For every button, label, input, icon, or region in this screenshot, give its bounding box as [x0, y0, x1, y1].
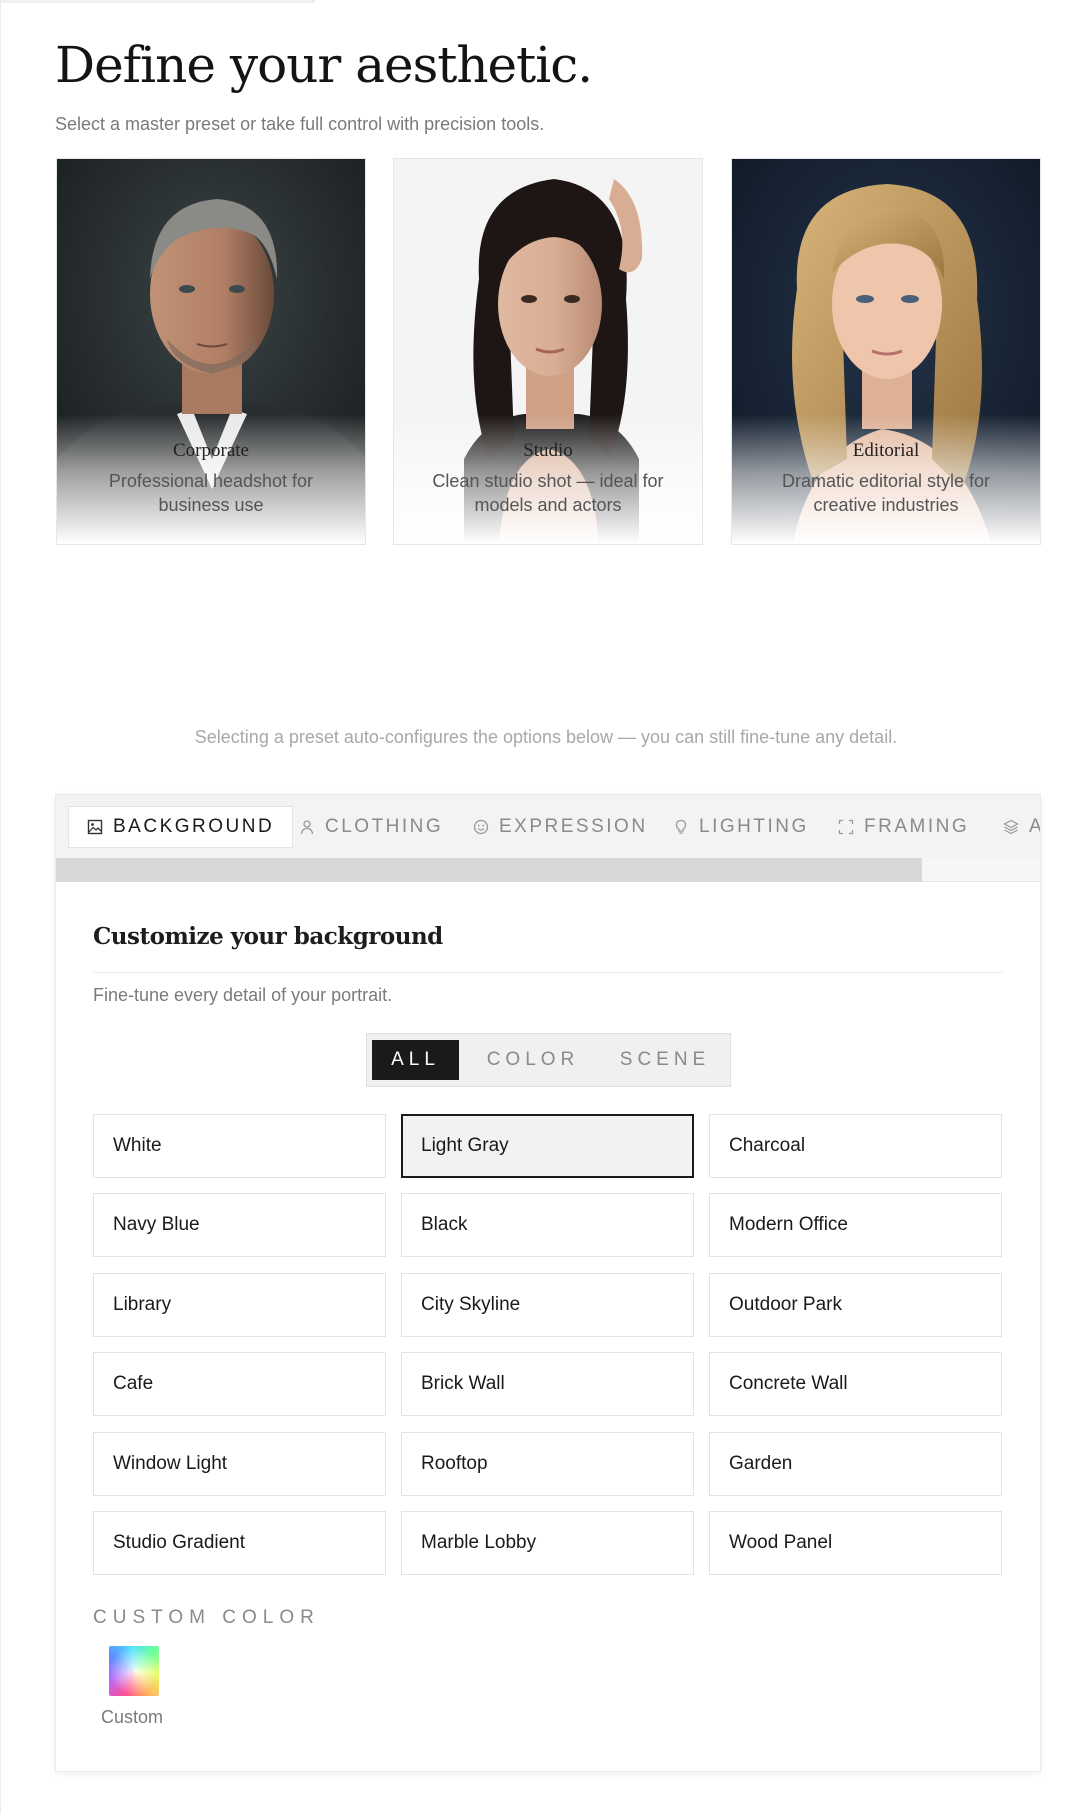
option-library[interactable]: Library — [93, 1273, 386, 1337]
option-studio-gradient[interactable]: Studio Gradient — [93, 1511, 386, 1575]
preset-description: Clean studio shot — ideal for models and… — [432, 471, 664, 515]
frame-icon — [838, 819, 854, 835]
filter-color[interactable]: COLOR — [473, 1040, 593, 1080]
preset-description: Dramatic editorial style for creative in… — [781, 471, 991, 515]
option-marble-lobby[interactable]: Marble Lobby — [401, 1511, 694, 1575]
page-title: Define your aesthetic. — [55, 36, 593, 94]
page-subtitle: Select a master preset or take full cont… — [55, 114, 545, 134]
layers-icon — [1003, 819, 1019, 835]
tab-label: BACKGROUND — [113, 816, 275, 837]
tab-background[interactable]: BACKGROUND — [68, 806, 294, 848]
tab-partial[interactable]: A — [1003, 806, 1040, 848]
tab-scrollbar-thumb[interactable] — [56, 858, 922, 882]
tab-framing[interactable]: FRAMING — [838, 806, 969, 848]
section-title: Customize your background — [93, 923, 443, 950]
filter-scene[interactable]: SCENE — [605, 1040, 725, 1080]
option-black[interactable]: Black — [401, 1193, 694, 1257]
preset-name: Editorial — [852, 440, 920, 461]
option-rooftop[interactable]: Rooftop — [401, 1432, 694, 1496]
bulb-icon — [673, 819, 689, 835]
option-brick-wall[interactable]: Brick Wall — [401, 1352, 694, 1416]
option-window-light[interactable]: Window Light — [93, 1432, 386, 1496]
option-wood-panel[interactable]: Wood Panel — [709, 1511, 1002, 1575]
option-concrete-wall[interactable]: Concrete Wall — [709, 1352, 1002, 1416]
tab-label: EXPRESSION — [499, 816, 648, 837]
top-divider — [0, 0, 315, 3]
preset-card-studio[interactable]: Studio Clean studio shot — ideal for mod… — [393, 158, 703, 545]
image-icon — [87, 819, 103, 835]
tab-label: LIGHTING — [699, 816, 809, 837]
option-cafe[interactable]: Cafe — [93, 1352, 386, 1416]
person-icon — [299, 819, 315, 835]
preset-name: Studio — [523, 440, 573, 461]
tab-label: FRAMING — [864, 816, 970, 837]
category-tab-bar: BACKGROUND CLOTHING EXPRESSION LIGHTING … — [56, 795, 1040, 858]
option-outdoor-park[interactable]: Outdoor Park — [709, 1273, 1002, 1337]
filter-all[interactable]: ALL — [372, 1040, 459, 1080]
customization-panel: BACKGROUND CLOTHING EXPRESSION LIGHTING … — [55, 794, 1041, 1772]
smile-icon — [473, 819, 489, 835]
left-divider — [0, 0, 1, 1814]
option-light-gray[interactable]: Light Gray — [401, 1114, 694, 1178]
option-navy-blue[interactable]: Navy Blue — [93, 1193, 386, 1257]
section-divider — [93, 972, 1003, 973]
preset-card-editorial[interactable]: Editorial Dramatic editorial style for c… — [731, 158, 1041, 545]
tab-label: A — [1029, 816, 1040, 837]
preset-description: Professional headshot for business use — [108, 471, 314, 515]
option-white[interactable]: White — [93, 1114, 386, 1178]
custom-color-label: Custom — [101, 1707, 164, 1727]
preset-hint: Selecting a preset auto-configures the o… — [194, 727, 898, 747]
tab-expression[interactable]: EXPRESSION — [473, 806, 648, 848]
tab-label: CLOTHING — [325, 816, 444, 837]
option-city-skyline[interactable]: City Skyline — [401, 1273, 694, 1337]
tab-clothing[interactable]: CLOTHING — [299, 806, 443, 848]
option-charcoal[interactable]: Charcoal — [709, 1114, 1002, 1178]
custom-color-heading: CUSTOM COLOR — [93, 1607, 320, 1628]
section-subtitle: Fine-tune every detail of your portrait. — [93, 985, 393, 1005]
option-modern-office[interactable]: Modern Office — [709, 1193, 1002, 1257]
tab-lighting[interactable]: LIGHTING — [673, 806, 809, 848]
option-garden[interactable]: Garden — [709, 1432, 1002, 1496]
custom-color-swatch[interactable] — [109, 1646, 159, 1696]
preset-name: Corporate — [173, 440, 249, 461]
tab-scrollbar[interactable] — [56, 858, 1040, 882]
preset-card-corporate[interactable]: Corporate Professional headshot for busi… — [56, 158, 366, 545]
background-filter-group: ALL COLOR SCENE — [366, 1033, 731, 1087]
